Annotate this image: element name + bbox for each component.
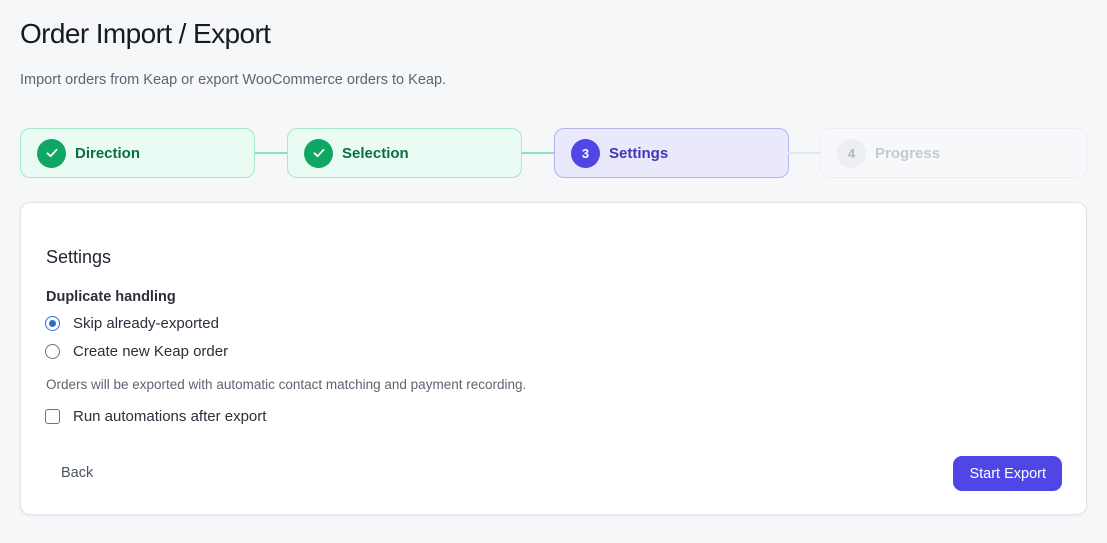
step-progress: 4 Progress: [820, 128, 1087, 178]
run-automations-checkbox-row[interactable]: Run automations after export: [45, 408, 266, 425]
radio-button[interactable]: [45, 316, 60, 331]
step-connector: [788, 152, 821, 154]
radio-create-new-keap-order[interactable]: Create new Keap order: [45, 343, 228, 360]
check-icon: [304, 138, 333, 168]
step-selection[interactable]: Selection: [287, 128, 522, 178]
card-title: Settings: [46, 247, 112, 267]
radio-label: Skip already-exported: [73, 315, 219, 332]
page-title: Order Import / Export: [20, 18, 271, 49]
check-icon: [37, 138, 66, 168]
radio-skip-already-exported[interactable]: Skip already-exported: [45, 315, 219, 332]
duplicate-handling-label: Duplicate handling: [46, 289, 176, 305]
checkbox-label: Run automations after export: [73, 408, 267, 425]
run-automations-checkbox[interactable]: [45, 409, 60, 424]
start-export-button[interactable]: Start Export: [953, 456, 1062, 491]
radio-label: Create new Keap order: [73, 343, 229, 360]
step-label: Direction: [75, 144, 141, 162]
step-settings[interactable]: 3 Settings: [554, 128, 789, 178]
step-label: Settings: [609, 144, 669, 162]
help-text: Orders will be exported with automatic c…: [46, 377, 527, 392]
step-number-badge: 3: [571, 138, 600, 168]
back-button[interactable]: Back: [49, 457, 105, 489]
step-number-badge: 4: [837, 138, 866, 168]
settings-card: Settings Duplicate handling Skip already…: [20, 202, 1087, 515]
step-connector: [255, 152, 288, 154]
step-label: Selection: [342, 144, 409, 162]
step-direction[interactable]: Direction: [20, 128, 255, 178]
radio-button[interactable]: [45, 344, 60, 359]
step-connector: [522, 152, 555, 154]
step-label: Progress: [875, 144, 941, 162]
stepper: Direction Selection 3 Settings 4 Progres…: [20, 128, 1087, 178]
page-subtitle: Import orders from Keap or export WooCom…: [20, 72, 447, 88]
